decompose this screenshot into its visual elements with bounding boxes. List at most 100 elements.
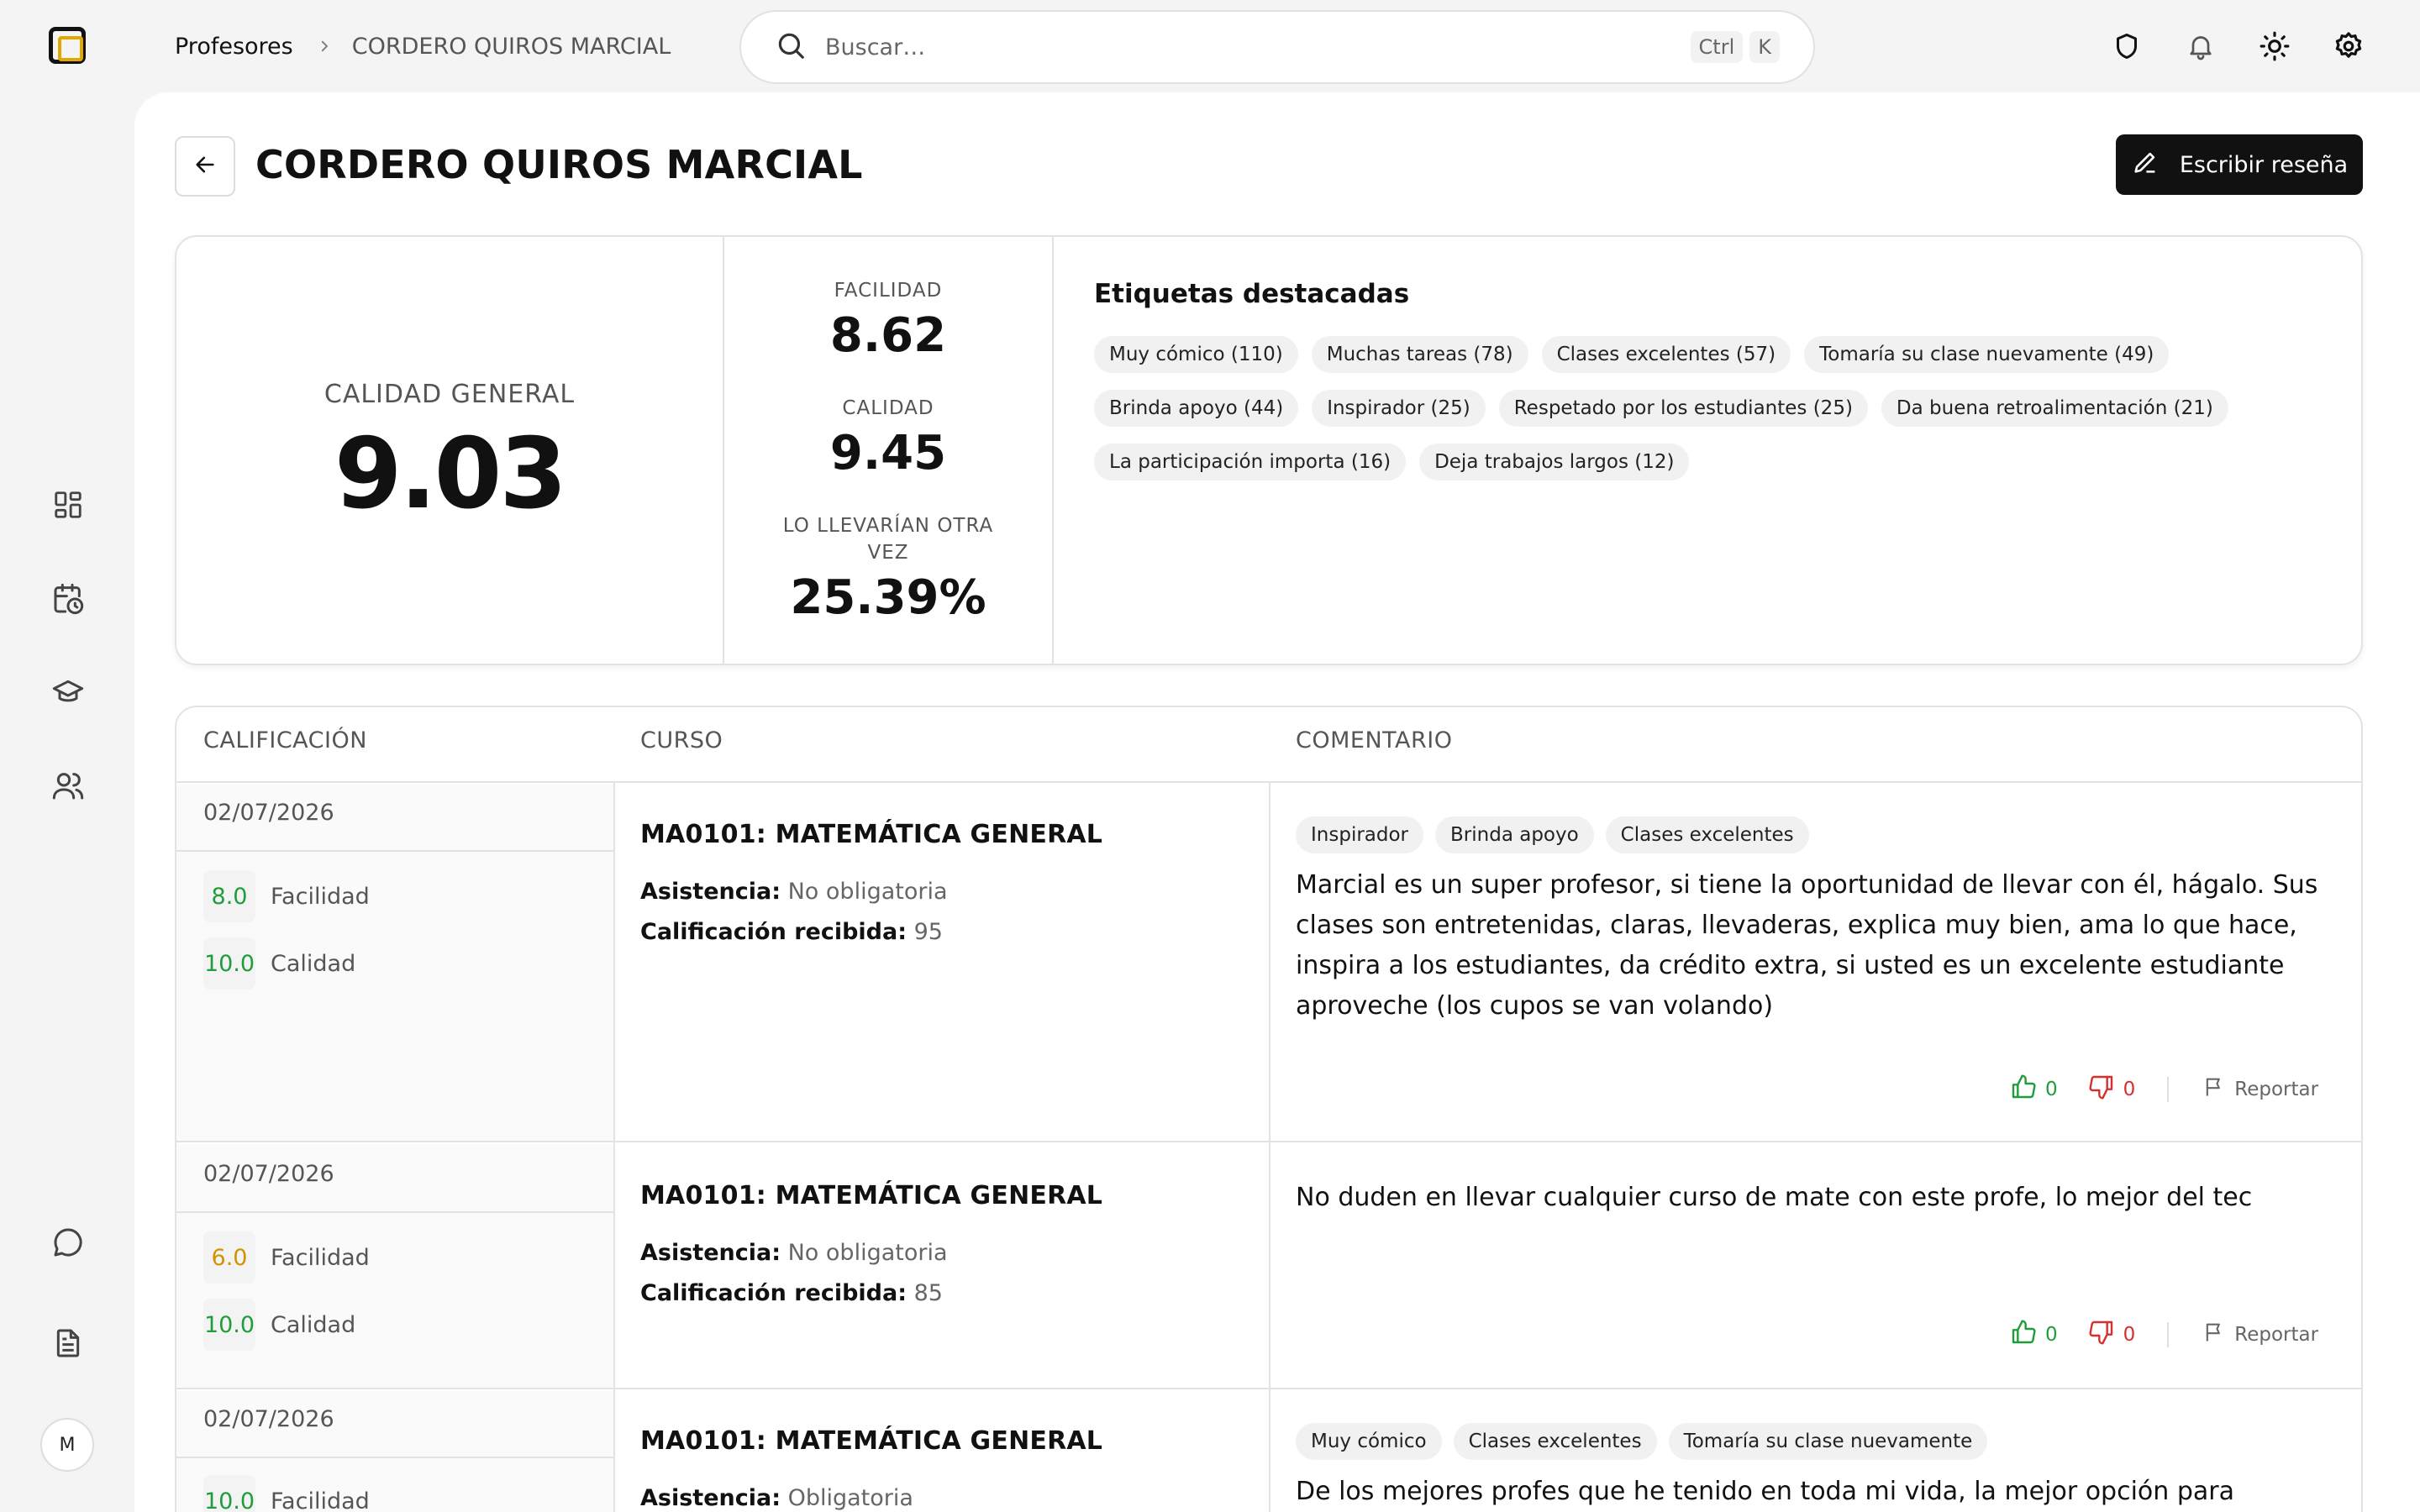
- featured-tags-title: Etiquetas destacadas: [1094, 279, 1410, 309]
- review-date: 02/07/2026: [203, 800, 334, 826]
- asistencia-value: No obligatoria: [787, 1240, 948, 1266]
- tag-chip: Clases excelentes (57): [1541, 336, 1791, 373]
- tag-chip: Muy cómico (110): [1094, 336, 1298, 373]
- bell-icon[interactable]: [2181, 27, 2220, 66]
- review-comment: Marcial es un super profesor, si tiene l…: [1296, 870, 2318, 1021]
- facilidad-label: Facilidad: [271, 1488, 370, 1512]
- chevron-right-icon: [315, 37, 334, 55]
- flag-icon: [2202, 1320, 2226, 1349]
- header-comment: COMENTARIO: [1296, 727, 1453, 753]
- featured-tags: Muy cómico (110) Muchas tareas (78) Clas…: [1094, 336, 2338, 480]
- kbd-k: K: [1749, 31, 1780, 63]
- facilidad-label: Facilidad: [271, 884, 370, 910]
- report-button[interactable]: Reportar: [2202, 1075, 2318, 1104]
- course-meta: Asistencia: Obligatoria: [640, 1478, 913, 1512]
- course-name: MA0101: MATEMÁTICA GENERAL: [640, 1426, 1103, 1456]
- review-date: 02/07/2026: [203, 1161, 334, 1187]
- divider: [176, 1457, 613, 1458]
- divider: [1269, 783, 1270, 1512]
- divider: [1052, 237, 1054, 664]
- facilidad-score: 10.0: [203, 1475, 255, 1512]
- divider: [176, 850, 613, 852]
- like-button[interactable]: 0: [2010, 1074, 2058, 1105]
- course-name: MA0101: MATEMÁTICA GENERAL: [640, 1181, 1103, 1210]
- breadcrumb-current: CORDERO QUIROS MARCIAL: [351, 33, 671, 60]
- dislike-count: 0: [2123, 1079, 2136, 1100]
- shield-icon[interactable]: [2107, 27, 2146, 66]
- like-count: 0: [2045, 1079, 2058, 1100]
- dislike-button[interactable]: 0: [2088, 1074, 2136, 1105]
- calidad-value: 9.45: [829, 426, 947, 480]
- users-icon[interactable]: [49, 766, 87, 805]
- thumbs-down-icon: [2088, 1319, 2115, 1351]
- document-icon[interactable]: [49, 1324, 87, 1362]
- dislike-button[interactable]: 0: [2088, 1319, 2136, 1351]
- report-button[interactable]: Reportar: [2202, 1320, 2318, 1349]
- asistencia-value: Obligatoria: [787, 1485, 913, 1511]
- header-course: CURSO: [640, 727, 723, 753]
- calendar-clock-icon[interactable]: [49, 580, 87, 618]
- review-tags: Muy cómico Clases excelentes Tomaría su …: [1296, 1423, 1988, 1460]
- back-button[interactable]: [175, 136, 235, 197]
- thumbs-down-icon: [2088, 1074, 2115, 1105]
- gear-icon[interactable]: [2329, 27, 2368, 66]
- dashboard-icon[interactable]: [49, 486, 87, 524]
- calidad-label: Calidad: [271, 1312, 356, 1338]
- review-comment: No duden en llevar cualquier curso de ma…: [1296, 1183, 2253, 1212]
- search-icon: [775, 29, 807, 65]
- divider: [2167, 1322, 2170, 1347]
- review-comment: De los mejores profes que he tenido en t…: [1296, 1477, 2234, 1506]
- pencil-icon: [2131, 148, 2160, 182]
- facilidad-score: 6.0: [203, 1231, 255, 1284]
- course-meta: Asistencia: No obligatoria Calificación …: [640, 872, 948, 953]
- dislike-count: 0: [2123, 1324, 2136, 1346]
- review-date: 02/07/2026: [203, 1406, 334, 1432]
- calidad-label: Calidad: [271, 951, 356, 977]
- calidad-score: 10.0: [203, 1299, 255, 1351]
- review-tags: Inspirador Brinda apoyo Clases excelente…: [1296, 816, 1809, 853]
- chat-icon[interactable]: [49, 1223, 87, 1262]
- search-bar[interactable]: Ctrl K: [739, 10, 1815, 84]
- review-actions: 0 0 Reportar: [2010, 1319, 2318, 1351]
- review-tag: Clases excelentes: [1453, 1423, 1657, 1460]
- course-meta: Asistencia: No obligatoria Calificación …: [640, 1233, 948, 1314]
- search-input[interactable]: [825, 34, 1684, 60]
- calidad-label: CALIDAD: [842, 397, 934, 419]
- course-name: MA0101: MATEMÁTICA GENERAL: [640, 820, 1103, 849]
- tag-chip: Inspirador (25): [1312, 390, 1486, 427]
- report-label: Reportar: [2234, 1079, 2319, 1100]
- thumbs-up-icon: [2010, 1319, 2037, 1351]
- review-actions: 0 0 Reportar: [2010, 1074, 2318, 1105]
- overall-quality-label: CALIDAD GENERAL: [324, 380, 576, 409]
- retake-value: 25.39%: [790, 570, 986, 625]
- divider: [2167, 1077, 2170, 1102]
- facilidad-value: 8.62: [829, 308, 947, 363]
- avatar[interactable]: M: [40, 1418, 94, 1472]
- review-tag: Brinda apoyo: [1435, 816, 1594, 853]
- thumbs-up-icon: [2010, 1074, 2037, 1105]
- divider: [176, 1211, 613, 1213]
- sun-icon[interactable]: [2255, 27, 2294, 66]
- graduation-cap-icon[interactable]: [49, 672, 87, 711]
- breadcrumb-root[interactable]: Profesores: [175, 34, 293, 60]
- like-button[interactable]: 0: [2010, 1319, 2058, 1351]
- arrow-left-icon: [193, 153, 217, 180]
- tag-chip: Da buena retroalimentación (21): [1881, 390, 2228, 427]
- tag-chip: Brinda apoyo (44): [1094, 390, 1299, 427]
- calidad-score: 10.0: [203, 937, 255, 990]
- facilidad-score: 8.0: [203, 870, 255, 922]
- review-tag: Tomaría su clase nuevamente: [1668, 1423, 1988, 1460]
- write-review-button[interactable]: Escribir reseña: [2116, 134, 2363, 195]
- asistencia-label: Asistencia:: [640, 879, 781, 905]
- tag-chip: Tomaría su clase nuevamente (49): [1804, 336, 2170, 373]
- tag-chip: Respetado por los estudiantes (25): [1498, 390, 1868, 427]
- grade-label: Calificación recibida:: [640, 1280, 908, 1306]
- report-label: Reportar: [2234, 1324, 2319, 1346]
- app-logo[interactable]: [49, 27, 86, 64]
- asistencia-value: No obligatoria: [787, 879, 948, 905]
- facilidad-label: FACILIDAD: [834, 280, 943, 302]
- tag-chip: Deja trabajos largos (12): [1419, 444, 1690, 480]
- review-tag: Inspirador: [1296, 816, 1424, 853]
- review-tag: Clases excelentes: [1605, 816, 1809, 853]
- asistencia-label: Asistencia:: [640, 1240, 781, 1266]
